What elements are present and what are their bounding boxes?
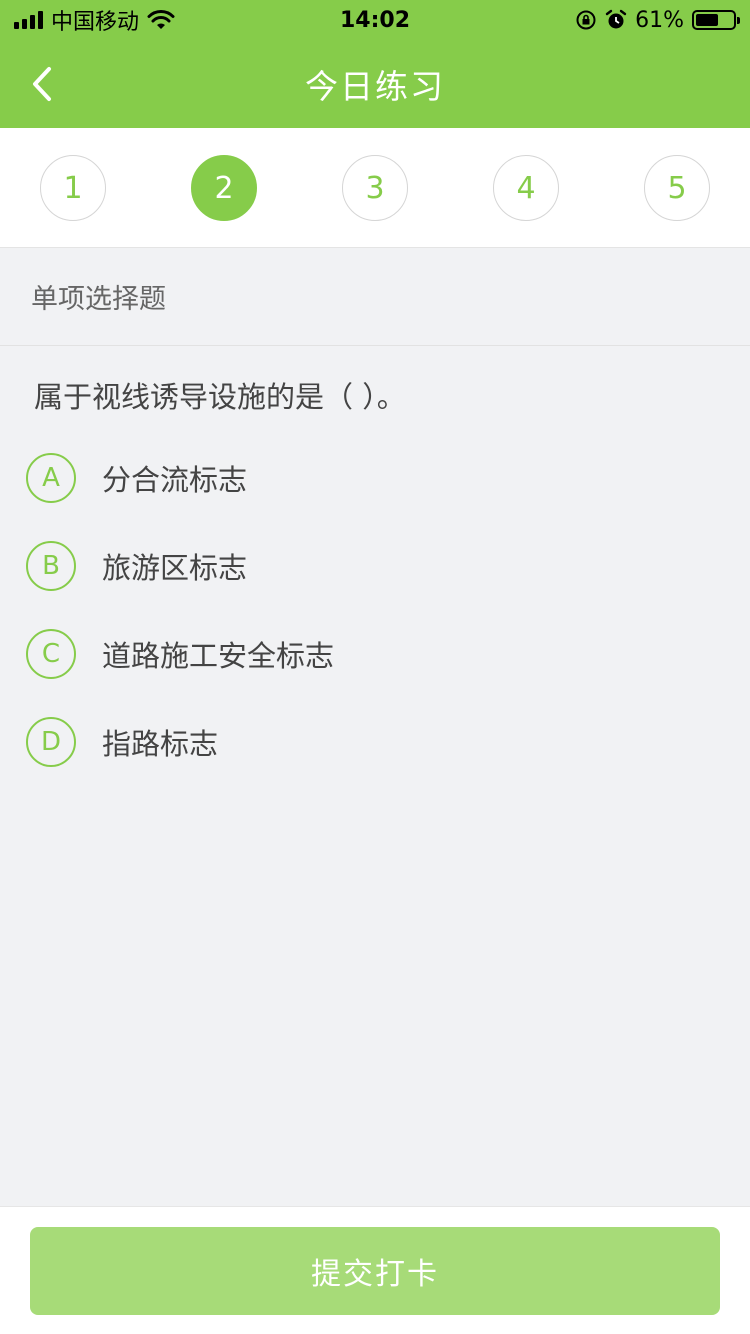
- signal-icon: [14, 11, 43, 29]
- option-b[interactable]: B 旅游区标志: [26, 536, 726, 596]
- status-right: 61%: [575, 7, 740, 33]
- option-letter-b: B: [26, 541, 76, 591]
- footer-bar: 提交打卡: [0, 1206, 750, 1334]
- step-3[interactable]: 3: [342, 155, 408, 221]
- battery-fill: [696, 14, 718, 26]
- submit-checkin-button[interactable]: 提交打卡: [30, 1227, 720, 1315]
- step-1[interactable]: 1: [40, 155, 106, 221]
- option-letter-d: D: [26, 717, 76, 767]
- status-left: 中国移动: [14, 4, 175, 36]
- option-c[interactable]: C 道路施工安全标志: [26, 624, 726, 684]
- question-step-bar: 1 2 3 4 5: [0, 128, 750, 248]
- step-4[interactable]: 4: [493, 155, 559, 221]
- alarm-icon: [605, 9, 627, 29]
- option-letter-a: A: [26, 453, 76, 503]
- status-bar: 中国移动 14:02 61%: [0, 0, 750, 40]
- step-2[interactable]: 2: [191, 155, 257, 221]
- wifi-icon: [147, 10, 175, 29]
- question-type: 单项选择题: [0, 248, 750, 346]
- battery-percent: 61%: [635, 7, 684, 33]
- question-text: 属于视线诱导设施的是（ ）。: [34, 380, 406, 414]
- option-letter-c: C: [26, 629, 76, 679]
- option-text-d: 指路标志: [102, 727, 219, 761]
- nav-bar: 今日练习: [0, 40, 750, 128]
- app-header: 中国移动 14:02 61% 今日练习: [0, 0, 750, 128]
- battery-icon: [692, 10, 740, 30]
- back-button[interactable]: [22, 62, 62, 106]
- option-text-b: 旅游区标志: [102, 551, 248, 585]
- page-title: 今日练习: [305, 67, 445, 106]
- chevron-left-icon: [33, 67, 51, 101]
- rotation-lock-icon: [576, 10, 596, 30]
- step-5[interactable]: 5: [644, 155, 710, 221]
- option-text-c: 道路施工安全标志: [102, 639, 335, 673]
- option-d[interactable]: D 指路标志: [26, 712, 726, 772]
- option-text-a: 分合流标志: [102, 463, 248, 497]
- carrier-label: 中国移动: [51, 10, 140, 35]
- option-a[interactable]: A 分合流标志: [26, 448, 726, 508]
